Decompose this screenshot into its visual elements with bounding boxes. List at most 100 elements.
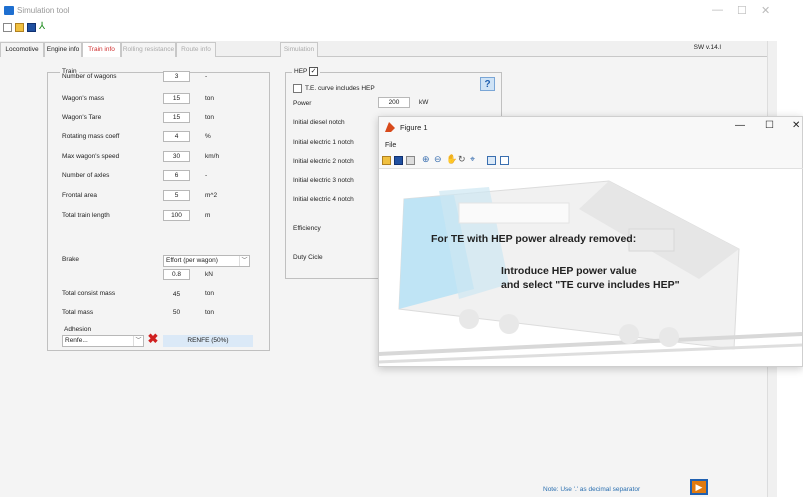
train-field-label: Total train length [62, 212, 110, 219]
tab-route-info[interactable]: Route info [176, 42, 216, 57]
total-consist-mass-value: 45 [172, 291, 181, 298]
train-field-unit: - [205, 73, 208, 80]
hep-power-input[interactable]: 200 [378, 97, 410, 108]
total-mass-unit: ton [205, 309, 215, 316]
total-mass-label: Total mass [62, 309, 94, 316]
train-field-input[interactable]: 5 [163, 190, 190, 201]
train-field-unit: % [205, 133, 211, 140]
train-field-unit: ton [205, 114, 215, 121]
train-field-label: Rotating mass coeff [62, 133, 120, 140]
figure-minimize-button[interactable]: — [735, 120, 745, 131]
help-button[interactable]: ? [480, 77, 495, 91]
data-cursor-icon[interactable]: ⌖ [470, 154, 475, 165]
notch-electric-1-label: Initial electric 1 notch [293, 139, 354, 146]
menu-file[interactable]: File [385, 142, 396, 149]
hep-power-label: Power [293, 100, 312, 107]
matlab-icon [385, 122, 395, 132]
train-field-unit: ton [205, 95, 215, 102]
legend-icon[interactable] [500, 156, 509, 165]
notch-electric-4-label: Initial electric 4 notch [293, 196, 354, 203]
hep-power-unit: kW [419, 99, 429, 106]
train-field-label: Number of axles [62, 172, 110, 179]
notch-electric-3-label: Initial electric 3 notch [293, 177, 354, 184]
train-field-label: Wagon's mass [62, 95, 105, 102]
version-label: SW v.14.l [693, 44, 721, 51]
brake-select-value: Effort (per wagon) [166, 257, 218, 264]
train-field-label: Wagon's Tare [62, 114, 102, 121]
chevron-down-icon: ﹀ [239, 256, 249, 266]
adhesion-label: Adhesion [64, 326, 92, 333]
brake-unit: kN [205, 271, 213, 278]
te-curve-checkbox[interactable] [293, 84, 302, 93]
train-field-input[interactable]: 30 [163, 151, 190, 162]
train-field-label: Max wagon's speed [62, 153, 120, 160]
figure-canvas: For TE with HEP power already removed: I… [379, 169, 802, 366]
decimal-note: Note: Use '.' as decimal separator [543, 486, 641, 493]
run-button[interactable]: ▶ [690, 479, 708, 495]
rotate-icon[interactable]: ↻ [458, 154, 466, 165]
print-icon[interactable] [406, 156, 415, 165]
train-field-unit: m [205, 212, 211, 219]
brake-label: Brake [62, 256, 79, 263]
notch-electric-2-label: Initial electric 2 notch [293, 158, 354, 165]
hep-group-label: HEP [294, 68, 308, 76]
open-folder-icon[interactable] [382, 156, 391, 165]
figure-close-button[interactable]: ✕ [792, 120, 800, 131]
colorbar-icon[interactable] [487, 156, 496, 165]
efficiency-label: Efficiency [293, 225, 321, 232]
tab-train-info[interactable]: Train info [82, 42, 121, 58]
zoom-out-icon[interactable]: ⊖ [434, 154, 442, 165]
tab-rolling-resistance[interactable]: Rolling resistance [121, 42, 176, 57]
adhesion-result: RENFE (50%) [163, 335, 253, 347]
delete-icon[interactable]: ✖ [147, 332, 159, 345]
minimize-button[interactable]: — [712, 4, 723, 16]
train-field-input[interactable]: 6 [163, 170, 190, 181]
total-consist-mass-label: Total consist mass [62, 290, 116, 297]
adhesion-select-value: Renfe... [65, 337, 88, 344]
train-field-input[interactable]: 3 [163, 71, 190, 82]
duty-cycle-label: Duty Cicle [293, 254, 323, 261]
train-field-unit: - [205, 172, 208, 179]
save-icon[interactable] [27, 23, 36, 32]
new-file-icon[interactable] [3, 23, 12, 32]
brake-select[interactable]: Effort (per wagon) ﹀ [163, 255, 250, 267]
train-field-input[interactable]: 4 [163, 131, 190, 142]
tab-bar: Locomotive info Engine info Train info R… [0, 41, 767, 66]
train-field-input[interactable]: 15 [163, 112, 190, 123]
close-button[interactable]: ✕ [761, 4, 770, 17]
open-folder-icon[interactable] [15, 23, 24, 32]
train-field-unit: km/h [205, 153, 220, 160]
main-toolbar: ⅄ [0, 21, 100, 35]
pan-icon[interactable]: ✋ [446, 154, 457, 165]
total-consist-mass-unit: ton [205, 290, 215, 297]
figure-title-bar: Figure 1 — ☐ ✕ [379, 117, 803, 137]
notch-diesel-label: Initial diesel notch [293, 119, 345, 126]
instruction-line-1: For TE with HEP power already removed: [431, 233, 637, 245]
train-field-label: Frontal area [62, 192, 98, 199]
train-field-input[interactable]: 100 [163, 210, 190, 221]
train-field-input[interactable]: 15 [163, 93, 190, 104]
zoom-in-icon[interactable]: ⊕ [422, 154, 430, 165]
figure-menu-bar: File [379, 137, 803, 151]
app-title: Simulation tool [17, 6, 70, 15]
tab-locomotive-info[interactable]: Locomotive info [0, 42, 44, 66]
hep-checkbox[interactable]: ✓ [309, 67, 319, 76]
tab-engine-info[interactable]: Engine info [44, 42, 82, 57]
maximize-button[interactable]: ☐ [737, 4, 747, 17]
instruction-line-2: Introduce HEP power value [501, 265, 637, 277]
save-icon[interactable] [394, 156, 403, 165]
train-field-unit: m^2 [205, 192, 218, 199]
brake-value-input[interactable]: 0.8 [163, 269, 190, 280]
app-icon [4, 6, 14, 15]
figure-maximize-button[interactable]: ☐ [765, 120, 774, 131]
figure-toolbar: ⊕ ⊖ ✋ ↻ ⌖ [379, 151, 803, 169]
tab-simulation[interactable]: Simulation [280, 42, 318, 57]
chevron-down-icon: ﹀ [133, 336, 143, 346]
export-icon[interactable]: ⅄ [39, 22, 48, 32]
adhesion-select[interactable]: Renfe... ﹀ [62, 335, 144, 347]
title-bar: Simulation tool — ☐ ✕ [0, 0, 803, 22]
train-field-label: Number of wagons [62, 73, 117, 80]
te-curve-label: T.E. curve includes HEP [305, 85, 375, 92]
hep-group-title: HEP ✓ [292, 67, 321, 76]
figure-window: Figure 1 — ☐ ✕ File ⊕ ⊖ ✋ ↻ ⌖ For TE wit… [378, 116, 803, 367]
